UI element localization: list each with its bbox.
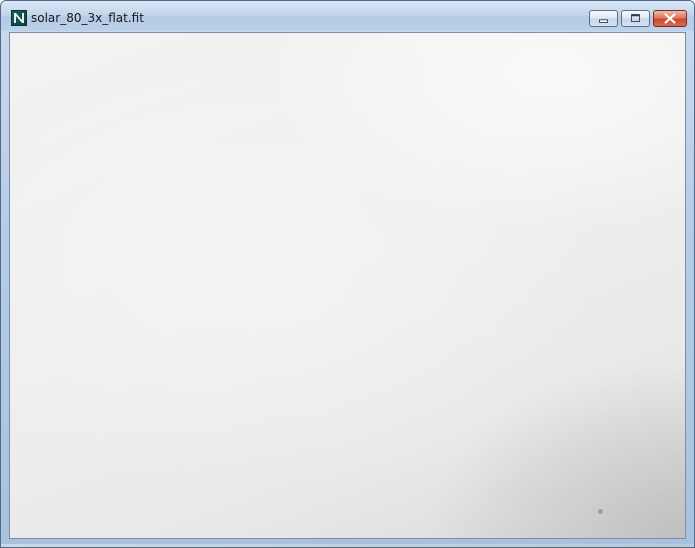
window-title: solar_80_3x_flat.fit [31, 11, 144, 25]
maximize-icon [631, 14, 640, 23]
window-bottom-border [1, 544, 694, 547]
maximize-button[interactable] [621, 10, 650, 27]
title-bar[interactable]: solar_80_3x_flat.fit [1, 1, 694, 31]
image-viewer-icon[interactable] [11, 10, 27, 26]
image-canvas[interactable] [9, 32, 686, 539]
dust-speck [598, 509, 603, 514]
close-button[interactable] [653, 10, 687, 27]
minimize-icon [599, 19, 608, 23]
close-icon [664, 13, 676, 24]
minimize-button[interactable] [589, 10, 618, 27]
image-window: solar_80_3x_flat.fit [0, 0, 695, 548]
vignette-shading [425, 358, 685, 538]
